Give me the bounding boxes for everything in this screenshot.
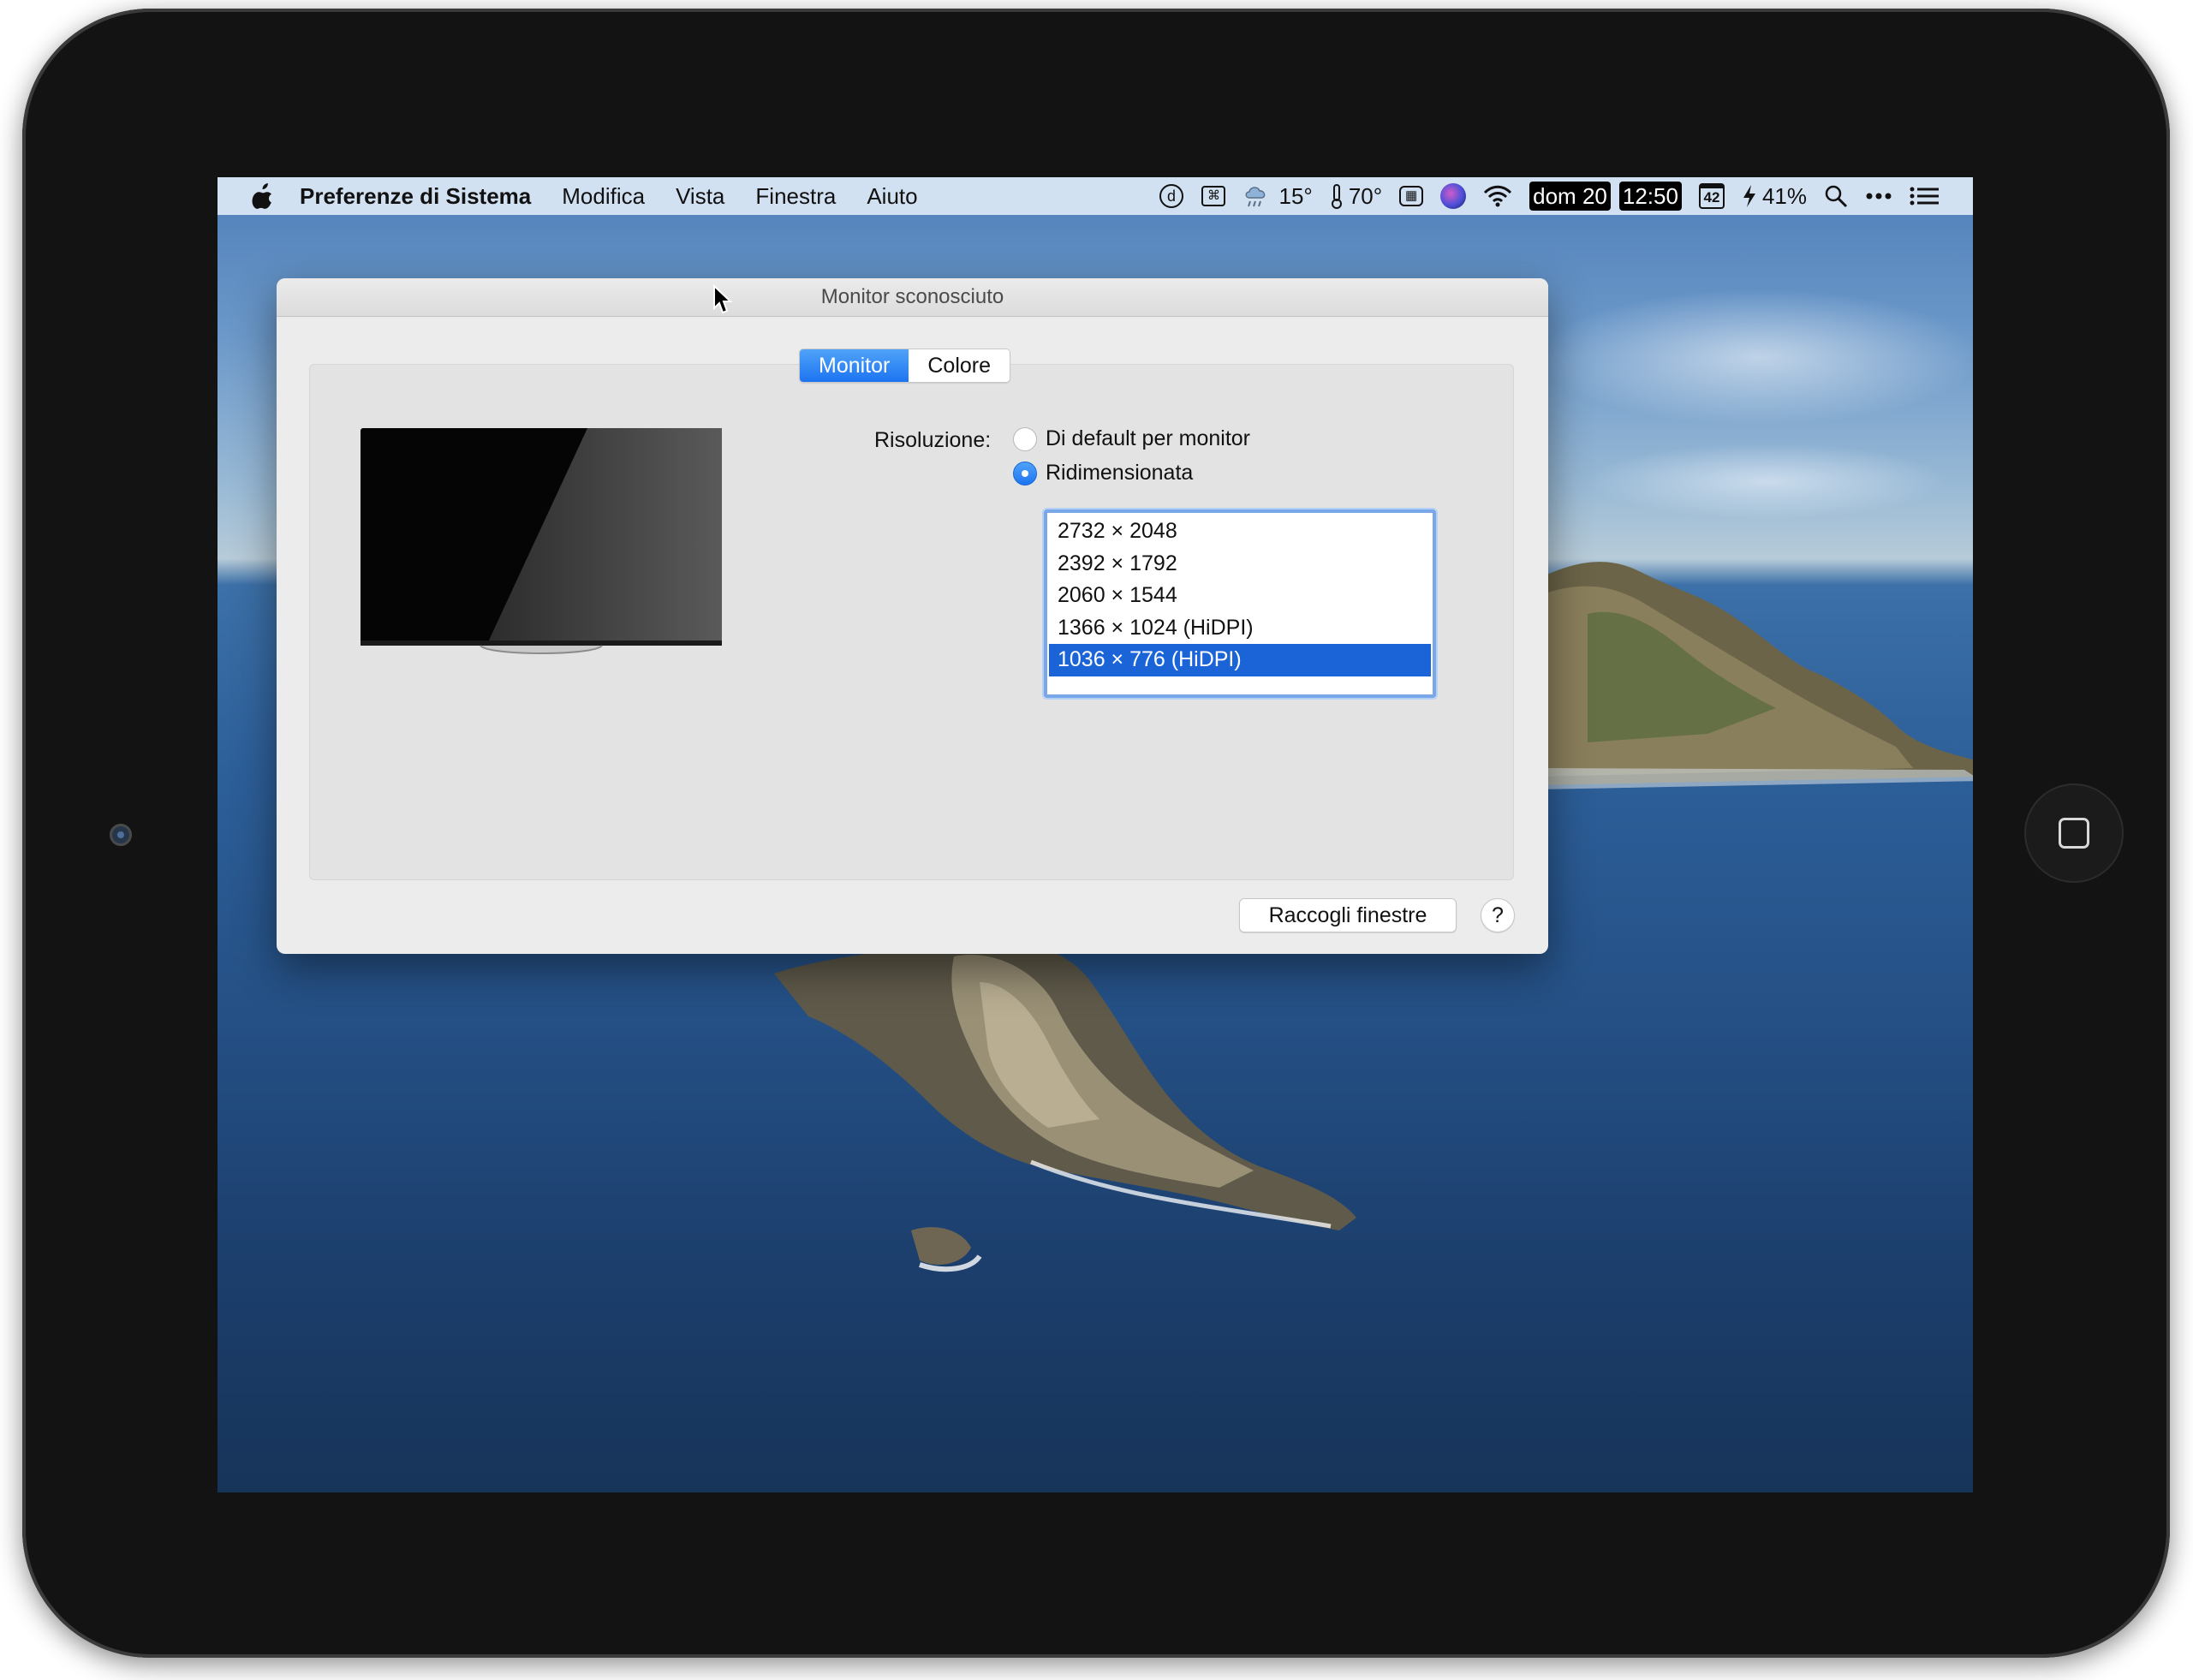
radio-scaled-row[interactable]: Ridimensionata xyxy=(1013,461,1193,486)
wifi-icon[interactable] xyxy=(1483,185,1512,207)
camera-icon xyxy=(110,824,132,846)
resolution-list[interactable]: 2732 × 2048 2392 × 1792 2060 × 1544 1366… xyxy=(1044,509,1436,698)
resolution-label: Risoluzione: xyxy=(874,428,992,452)
island-right-icon xyxy=(1536,562,1973,789)
radio-scaled-label[interactable]: Ridimensionata xyxy=(1046,461,1193,486)
cloud-decoration xyxy=(1588,443,1947,520)
fan-icon[interactable]: 70° xyxy=(1330,183,1382,210)
resolution-item-selected[interactable]: 1036 × 776 (HiDPI) xyxy=(1049,644,1431,676)
help-button[interactable]: ? xyxy=(1481,898,1515,932)
battery-icon[interactable]: 41% xyxy=(1742,183,1807,210)
battery-percent: 41% xyxy=(1761,182,1807,209)
menu-aiuto[interactable]: Aiuto xyxy=(867,183,917,210)
menu-vista[interactable]: Vista xyxy=(676,183,724,210)
notification-center-icon[interactable] xyxy=(1910,186,1939,206)
cloud-decoration xyxy=(1536,289,1973,426)
resolution-item[interactable]: 2732 × 2048 xyxy=(1049,515,1431,548)
siri-icon[interactable] xyxy=(1440,183,1467,209)
gather-windows-button[interactable]: Raccogli finestre xyxy=(1239,898,1457,932)
tab-colore[interactable]: Colore xyxy=(909,349,1010,382)
cursor-icon xyxy=(713,284,733,314)
time-badge[interactable]: 12:50 xyxy=(1618,182,1682,211)
display-preferences-window: Monitor sconosciuto Monitor Colore Risol… xyxy=(277,278,1548,954)
monitor-icon xyxy=(361,428,722,654)
radio-default-label[interactable]: Di default per monitor xyxy=(1046,426,1250,451)
radio-default-row[interactable]: Di default per monitor xyxy=(1013,426,1250,451)
home-button[interactable] xyxy=(2024,783,2124,883)
date-badge[interactable]: dom 20 xyxy=(1529,182,1611,211)
resolution-item[interactable]: 2392 × 1792 xyxy=(1049,548,1431,581)
radio-default[interactable] xyxy=(1013,426,1037,451)
weather-icon[interactable]: 15° xyxy=(1243,182,1313,210)
island-center-icon xyxy=(774,938,1356,1272)
window-title[interactable]: Monitor sconosciuto xyxy=(277,278,1548,317)
menu-bar: Preferenze di Sistema Modifica Vista Fin… xyxy=(218,177,1973,215)
tab-monitor[interactable]: Monitor xyxy=(800,349,909,382)
dictionary-icon[interactable]: d xyxy=(1159,183,1184,209)
weather-temp: 15° xyxy=(1278,182,1313,209)
search-icon[interactable] xyxy=(1824,184,1848,208)
more-icon[interactable] xyxy=(1865,192,1892,200)
menu-app-name[interactable]: Preferenze di Sistema xyxy=(300,183,531,210)
home-square-icon xyxy=(2059,818,2089,849)
svg-text:d: d xyxy=(1167,188,1176,205)
calendar-icon[interactable]: 42 xyxy=(1698,183,1725,209)
radio-scaled[interactable] xyxy=(1013,461,1037,486)
screen: Preferenze di Sistema Modifica Vista Fin… xyxy=(218,177,1973,1492)
apple-icon[interactable] xyxy=(252,183,276,209)
keyboard-icon[interactable]: ⌘ xyxy=(1201,186,1226,206)
menu-finestra[interactable]: Finestra xyxy=(755,183,836,210)
resolution-item[interactable]: 1366 × 1024 (HiDPI) xyxy=(1049,612,1431,645)
status-area: d ⌘ 15° 70° ▦ dom 20 12:50 42 41% xyxy=(1141,177,1973,215)
grid-icon[interactable]: ▦ xyxy=(1399,186,1424,206)
fan-value: 70° xyxy=(1348,182,1383,209)
tab-bar: Monitor Colore xyxy=(799,349,1011,383)
menu-modifica[interactable]: Modifica xyxy=(562,183,645,210)
resolution-item[interactable]: 2060 × 1544 xyxy=(1049,580,1431,612)
